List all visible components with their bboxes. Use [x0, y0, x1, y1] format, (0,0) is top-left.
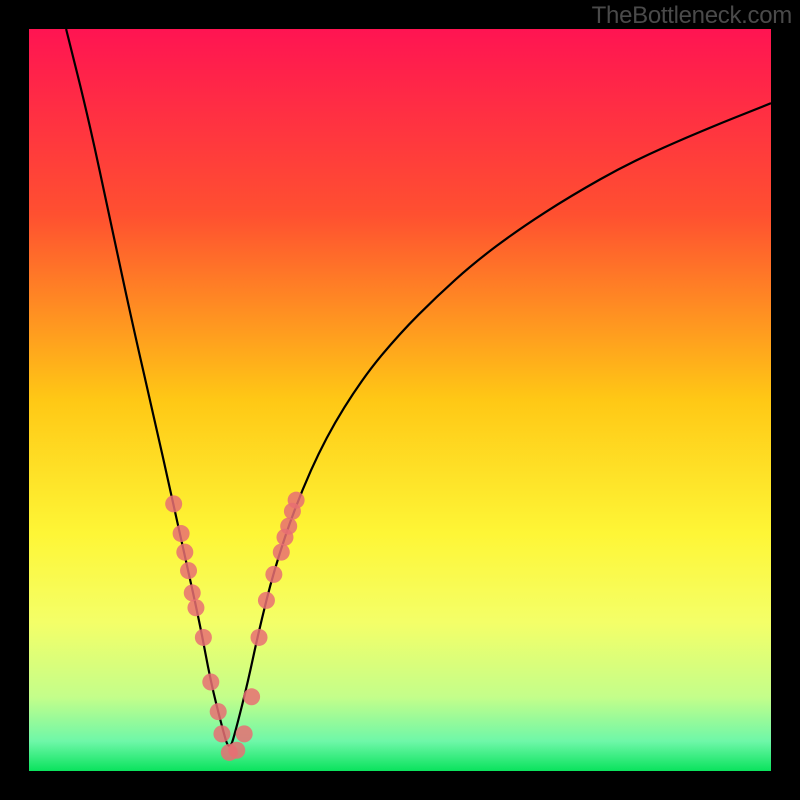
- data-point: [236, 725, 253, 742]
- gradient-background: [29, 29, 771, 771]
- data-point: [258, 592, 275, 609]
- plot-svg: [29, 29, 771, 771]
- data-point: [280, 518, 297, 535]
- data-point: [288, 492, 305, 509]
- data-point: [265, 566, 282, 583]
- bottleneck-plot: [29, 29, 771, 771]
- data-point: [202, 673, 219, 690]
- watermark-text: TheBottleneck.com: [592, 2, 792, 30]
- data-point: [228, 742, 245, 759]
- data-point: [210, 703, 227, 720]
- data-point: [187, 599, 204, 616]
- data-point: [195, 629, 212, 646]
- data-point: [243, 688, 260, 705]
- data-point: [251, 629, 268, 646]
- data-point: [184, 584, 201, 601]
- data-point: [180, 562, 197, 579]
- chart-frame: TheBottleneck.com: [0, 0, 800, 800]
- data-point: [273, 544, 290, 561]
- data-point: [173, 525, 190, 542]
- data-point: [213, 725, 230, 742]
- data-point: [176, 544, 193, 561]
- data-point: [165, 495, 182, 512]
